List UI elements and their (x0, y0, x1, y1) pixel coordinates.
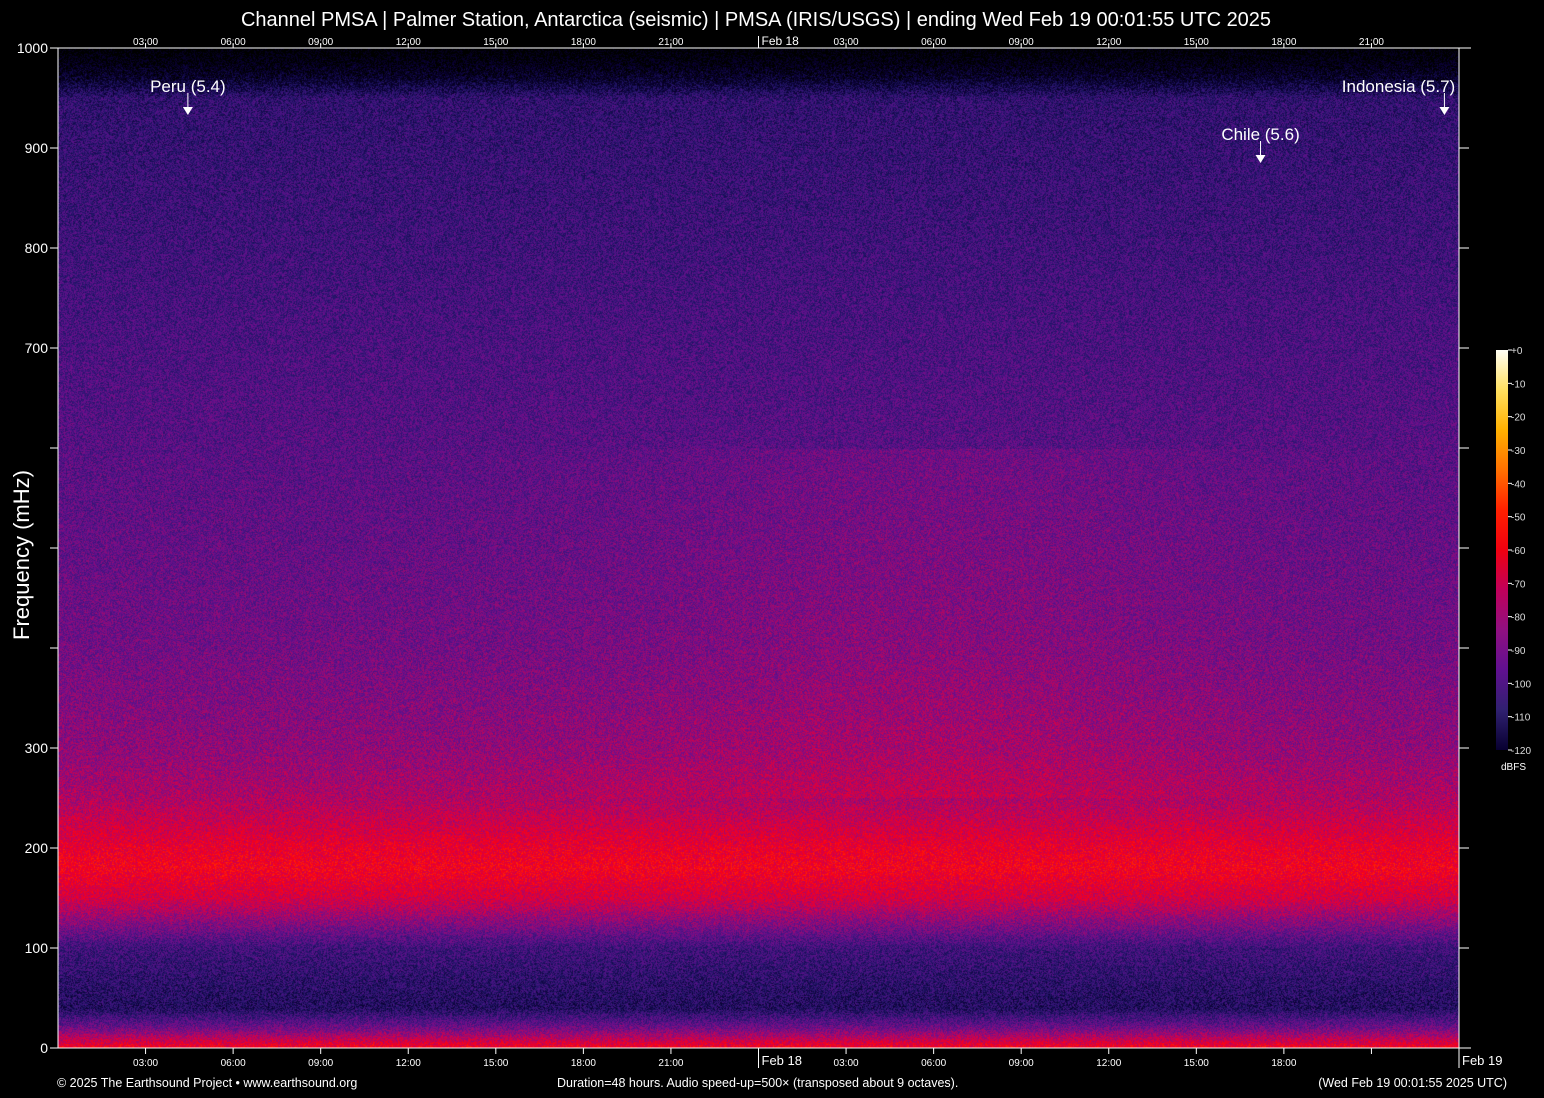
duration-text: Duration=48 hours. Audio speed-up=500× (… (557, 1076, 958, 1090)
x-tick-label-bottom: 12:00 (396, 1058, 421, 1069)
x-tick-label-top: 06:00 (221, 37, 246, 48)
colorbar-tick-label: -100 (1511, 679, 1531, 690)
x-tick-label-bottom: 18:00 (571, 1058, 596, 1069)
y-tick-label: 700 (25, 340, 49, 356)
x-tick-label-bottom: 15:00 (1184, 1058, 1209, 1069)
chart-axes: 0 100 200 300 700 800 900 1000 03:00 06:00 09:00 12… (0, 0, 1544, 1098)
x-tick-label-top: 18:00 (1271, 37, 1296, 48)
x-tick-label-top: 06:00 (921, 37, 946, 48)
colorbar-tick-label: -50 (1511, 513, 1526, 524)
event-arrow-icon (1256, 155, 1266, 163)
x-tick-label-bottom: 03:00 (133, 1058, 158, 1069)
event-label: Chile (5.6) (1221, 125, 1299, 144)
x-tick-label-top: 12:00 (396, 37, 421, 48)
x-tick-label-top: 21:00 (658, 37, 683, 48)
y-tick-label: 1000 (17, 40, 48, 56)
y-tick-label: 800 (25, 240, 49, 256)
copyright-text: © 2025 The Earthsound Project • www.eart… (57, 1076, 357, 1090)
event-arrow-icon (183, 107, 193, 115)
y-tick-label: 100 (25, 940, 49, 956)
colorbar-tick-label: -20 (1511, 413, 1526, 424)
event-label: Peru (5.4) (150, 77, 226, 96)
x-tick-label-bottom: 12:00 (1096, 1058, 1121, 1069)
x-tick-label-top: 15:00 (483, 37, 508, 48)
x-tick-label-bottom: Feb 19 (1462, 1053, 1502, 1068)
y-tick-label: 0 (40, 1040, 48, 1056)
x-tick-label-top: 03:00 (133, 37, 158, 48)
colorbar-unit: dBFS (1501, 762, 1526, 773)
colorbar-tick-label: -110 (1511, 713, 1531, 724)
colorbar-tick-label: -80 (1511, 613, 1526, 624)
event-arrow-icon (1439, 107, 1449, 115)
end-time-text: (Wed Feb 19 00:01:55 2025 UTC) (1318, 1076, 1507, 1090)
y-tick-label: 900 (25, 140, 49, 156)
colorbar-tick-label: -40 (1511, 479, 1526, 490)
colorbar-tick-label: -60 (1511, 546, 1526, 557)
y-tick-label: 300 (25, 740, 49, 756)
x-tick-label-top: 15:00 (1184, 37, 1209, 48)
colorbar-tick-label: -30 (1511, 446, 1526, 457)
colorbar-tick-label: -90 (1511, 646, 1526, 657)
x-tick-label-top: Feb 18 (762, 34, 800, 48)
x-tick-label-top: 21:00 (1359, 37, 1384, 48)
colorbar-tick-label: -120 (1511, 746, 1531, 757)
colorbar-tick-label: -70 (1511, 579, 1526, 590)
x-tick-label-top: 12:00 (1096, 37, 1121, 48)
x-tick-label-bottom: 15:00 (483, 1058, 508, 1069)
x-tick-label-bottom: 06:00 (921, 1058, 946, 1069)
colorbar-tick-label: -10 (1511, 379, 1526, 390)
y-axis-label: Frequency (mHz) (9, 470, 35, 640)
x-tick-label-top: 09:00 (308, 37, 333, 48)
x-tick-label-bottom: 21:00 (658, 1058, 683, 1069)
colorbar-tick-label: +0 (1511, 346, 1523, 357)
event-label: Indonesia (5.7) (1342, 77, 1455, 96)
x-tick-label-bottom: 18:00 (1271, 1058, 1296, 1069)
x-tick-label-bottom: 03:00 (834, 1058, 859, 1069)
colorbar (1496, 350, 1508, 750)
x-tick-label-bottom: 06:00 (221, 1058, 246, 1069)
y-tick-label: 200 (25, 840, 49, 856)
x-tick-label-bottom: Feb 18 (762, 1053, 802, 1068)
x-tick-label-top: 09:00 (1009, 37, 1034, 48)
x-tick-label-top: 18:00 (571, 37, 596, 48)
x-tick-label-bottom: 09:00 (1009, 1058, 1034, 1069)
x-tick-label-top: 03:00 (834, 37, 859, 48)
x-tick-label-bottom: 09:00 (308, 1058, 333, 1069)
